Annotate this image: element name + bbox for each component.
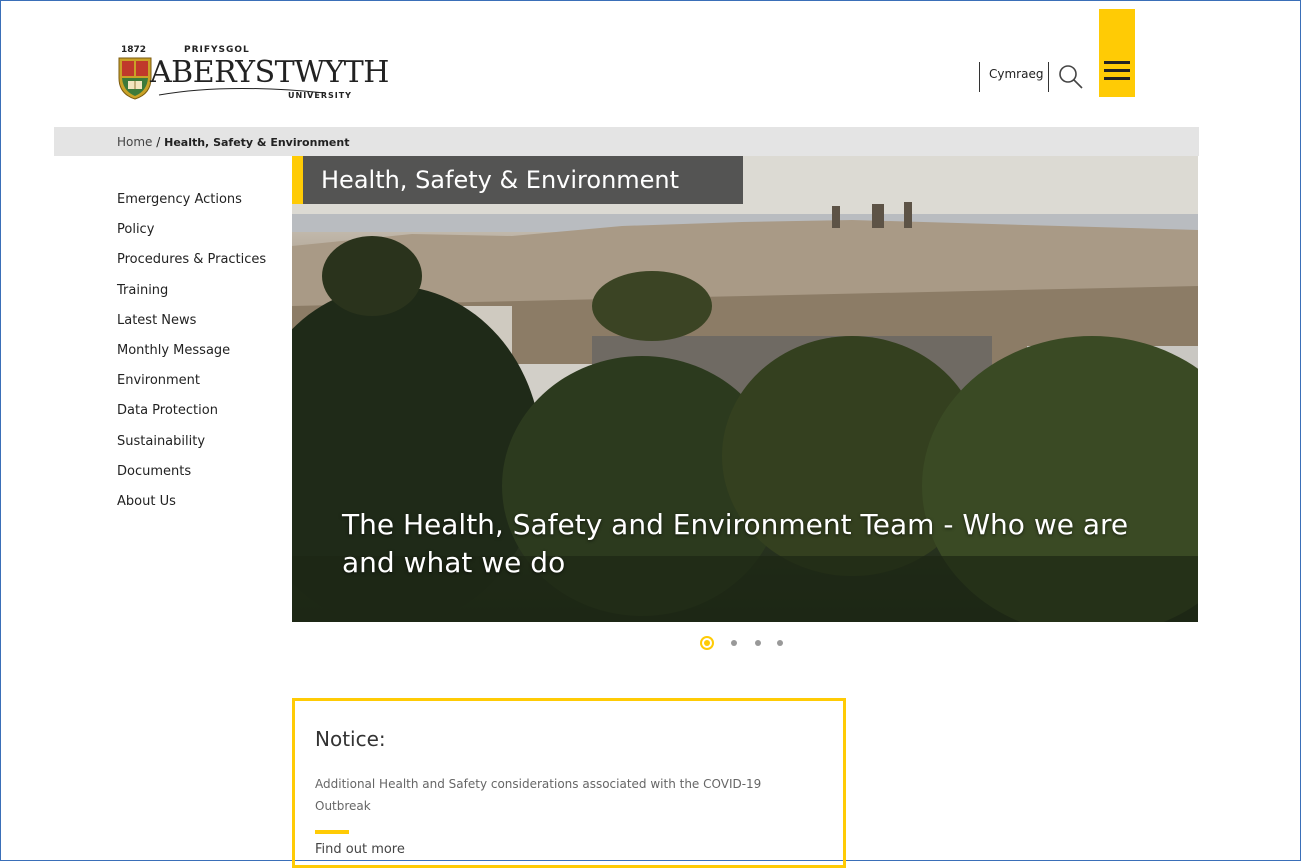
notice-body: Additional Health and Safety considerati… xyxy=(315,777,762,813)
sidebar-item-procedures-practices[interactable]: Procedures & Practices xyxy=(117,251,266,281)
hamburger-menu-icon xyxy=(1104,69,1130,72)
notice-heading: Notice: xyxy=(315,727,386,751)
hamburger-menu-icon xyxy=(1104,61,1130,64)
sidebar-item-about-us[interactable]: About Us xyxy=(117,493,266,523)
breadcrumb-current: Health, Safety & Environment xyxy=(164,136,350,149)
hamburger-menu-icon xyxy=(1104,77,1130,80)
hero-carousel[interactable]: Health, Safety & Environment The Health,… xyxy=(292,156,1198,622)
logo-subtitle: UNIVERSITY xyxy=(288,91,352,100)
search-icon[interactable] xyxy=(1057,63,1085,91)
hero-title-banner: Health, Safety & Environment xyxy=(292,156,743,204)
sidebar-nav: Emergency Actions Policy Procedures & Pr… xyxy=(117,191,266,523)
sidebar-item-data-protection[interactable]: Data Protection xyxy=(117,402,266,432)
carousel-dot-3[interactable] xyxy=(755,640,761,646)
breadcrumb-home[interactable]: Home xyxy=(117,135,152,149)
carousel-pagination xyxy=(700,636,790,650)
breadcrumb: Home / Health, Safety & Environment xyxy=(54,127,1199,156)
carousel-dot-2[interactable] xyxy=(731,640,737,646)
breadcrumb-separator: / xyxy=(152,135,165,149)
crest-icon xyxy=(118,57,152,100)
sidebar-item-sustainability[interactable]: Sustainability xyxy=(117,433,266,463)
notice-box: Notice: Additional Health and Safety con… xyxy=(292,698,846,868)
sidebar-item-monthly-message[interactable]: Monthly Message xyxy=(117,342,266,372)
notice-accent-bar xyxy=(315,830,349,834)
sidebar-item-environment[interactable]: Environment xyxy=(117,372,266,402)
sidebar-item-documents[interactable]: Documents xyxy=(117,463,266,493)
sidebar-item-training[interactable]: Training xyxy=(117,282,266,312)
sidebar-item-emergency-actions[interactable]: Emergency Actions xyxy=(117,191,266,221)
sidebar-item-latest-news[interactable]: Latest News xyxy=(117,312,266,342)
hero-title: Health, Safety & Environment xyxy=(321,166,680,194)
carousel-dot-4[interactable] xyxy=(777,640,783,646)
language-link[interactable]: Cymraeg xyxy=(989,67,1043,81)
header-divider xyxy=(979,62,980,92)
find-out-more-link[interactable]: Find out more xyxy=(315,842,405,857)
carousel-dot-1[interactable] xyxy=(700,636,714,650)
menu-button[interactable] xyxy=(1099,9,1135,97)
sidebar-item-policy[interactable]: Policy xyxy=(117,221,266,251)
hero-caption-link[interactable]: The Health, Safety and Environment Team … xyxy=(342,506,1162,582)
logo-welsh-name: PRIFYSGOL xyxy=(184,45,250,55)
header-divider xyxy=(1048,62,1049,92)
university-logo[interactable]: 1872 PRIFYSGOL ABERYSTWYTH UNIVERSITY xyxy=(117,45,389,105)
